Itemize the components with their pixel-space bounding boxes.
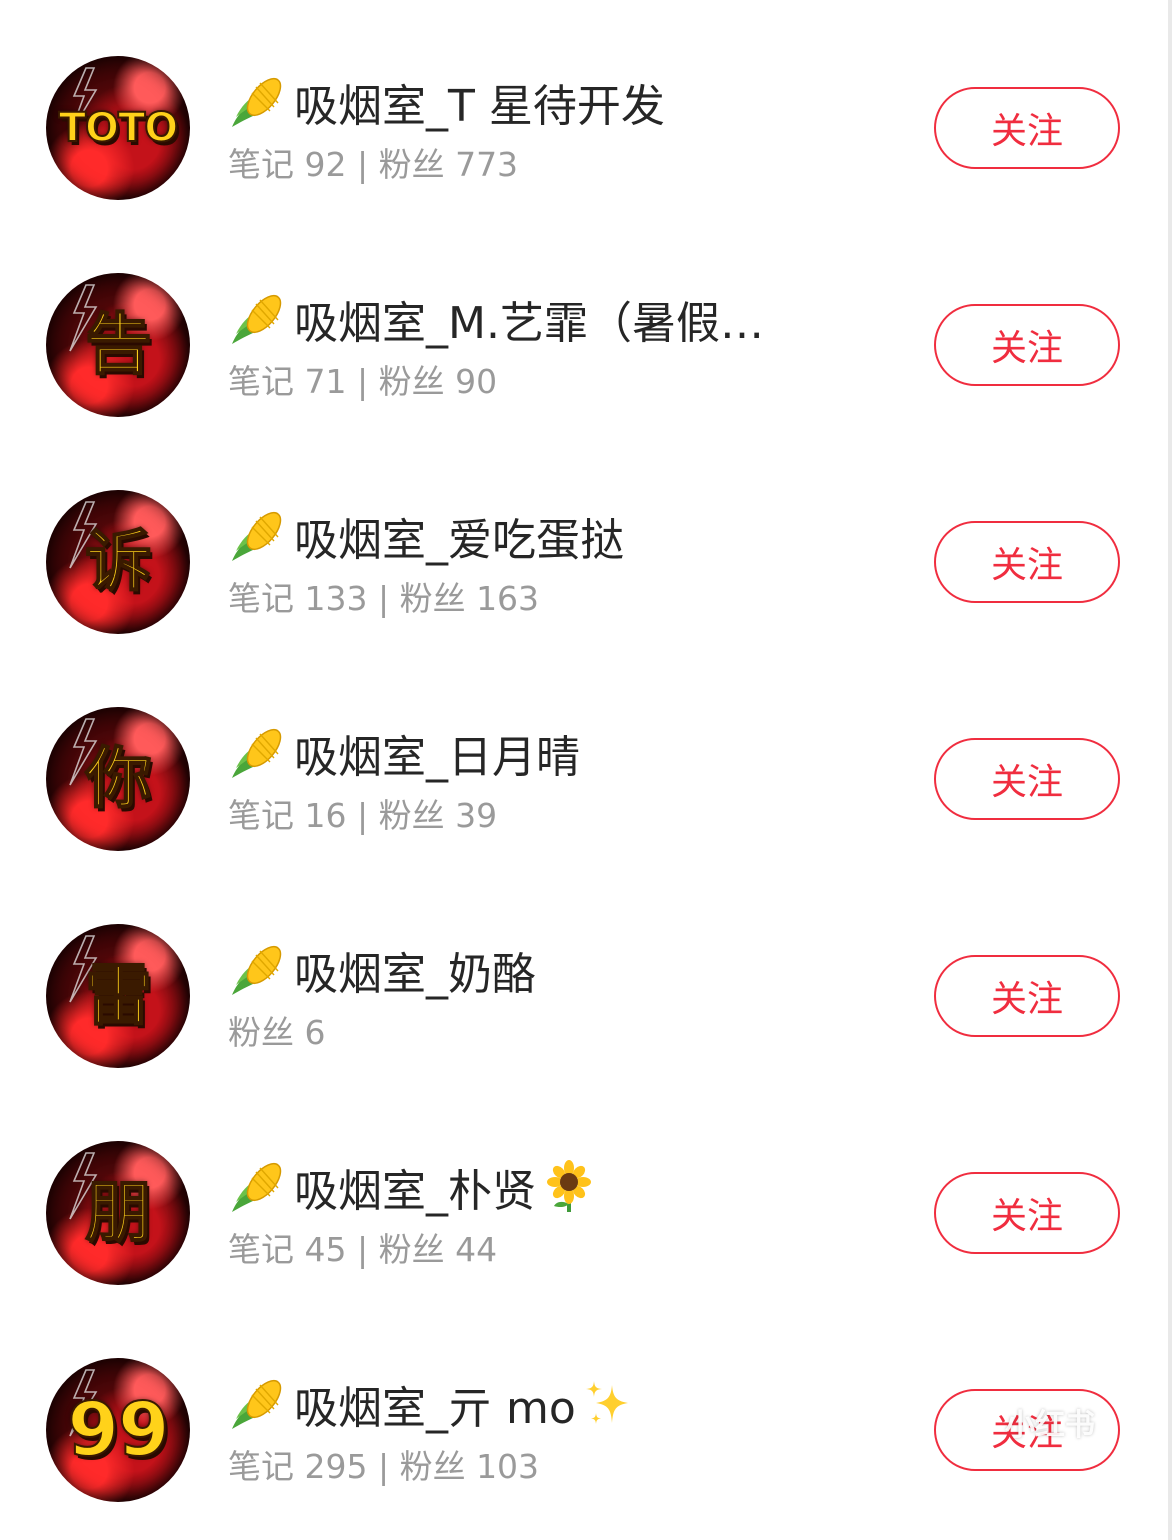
username-text: 吸烟室_亓 mo	[294, 1383, 576, 1434]
avatar-glyph: 朋	[85, 1174, 153, 1251]
user-stats: 笔记 92 | 粉丝 773	[228, 145, 519, 184]
avatar-glyph: 你	[85, 740, 153, 817]
sunflower-icon	[547, 1160, 591, 1212]
username[interactable]: 吸烟室_M.艺霏（暑假…	[228, 289, 764, 349]
username-text: 吸烟室_奶酪	[294, 949, 536, 1000]
corn-icon	[232, 294, 282, 344]
corn-icon	[232, 1162, 282, 1212]
username[interactable]: 吸烟室_奶酪	[228, 940, 536, 1000]
avatar-glyph: 雷	[85, 957, 153, 1034]
avatar[interactable]: 告	[46, 273, 190, 417]
username[interactable]: 吸烟室_爱吃蛋挞	[228, 506, 624, 566]
corn-icon	[232, 945, 282, 995]
user-list: TOTO 吸烟室_T 星待开发 笔记 92 | 粉丝 773 关注 告 吸烟室_…	[0, 0, 1172, 1540]
corn-icon	[232, 511, 282, 561]
avatar[interactable]: 诉	[46, 490, 190, 634]
corn-icon	[232, 728, 282, 778]
follow-button[interactable]: 关注	[934, 87, 1120, 169]
user-stats: 笔记 16 | 粉丝 39	[228, 796, 498, 835]
follow-button[interactable]: 关注	[934, 1172, 1120, 1254]
corn-icon	[232, 1379, 282, 1429]
avatar-glyph: 99	[67, 1387, 171, 1473]
avatar[interactable]: 朋	[46, 1141, 190, 1285]
username-text: 吸烟室_日月晴	[294, 732, 580, 783]
list-item[interactable]: TOTO 吸烟室_T 星待开发 笔记 92 | 粉丝 773 关注	[0, 0, 1172, 216]
avatar[interactable]: TOTO	[46, 56, 190, 200]
follow-button[interactable]: 关注	[934, 521, 1120, 603]
avatar-glyph: TOTO	[58, 105, 180, 151]
username-text: 吸烟室_爱吃蛋挞	[294, 515, 624, 566]
follow-button[interactable]: 关注	[934, 738, 1120, 820]
corn-icon	[232, 77, 282, 127]
list-item[interactable]: 雷 吸烟室_奶酪 粉丝 6 关注	[0, 868, 1172, 1084]
list-item[interactable]: 朋 吸烟室_朴贤 笔记 45 | 粉丝 44 关注	[0, 1085, 1172, 1301]
list-item[interactable]: 诉 吸烟室_爱吃蛋挞 笔记 133 | 粉丝 163 关注	[0, 434, 1172, 650]
divider	[1168, 0, 1172, 1540]
username[interactable]: 吸烟室_T 星待开发	[228, 72, 665, 132]
avatar[interactable]: 你	[46, 707, 190, 851]
avatar-glyph: 诉	[85, 523, 153, 600]
sparkles-icon	[585, 1381, 628, 1424]
list-item[interactable]: 99 吸烟室_亓 mo 笔记 295 | 粉丝 103 关注	[0, 1302, 1172, 1518]
user-stats: 粉丝 6	[228, 1013, 326, 1052]
follow-button[interactable]: 关注	[934, 1389, 1120, 1471]
list-item[interactable]: 你 吸烟室_日月晴 笔记 16 | 粉丝 39 关注	[0, 651, 1172, 867]
user-stats: 笔记 133 | 粉丝 163	[228, 579, 540, 618]
user-stats: 笔记 71 | 粉丝 90	[228, 362, 498, 401]
username-text: 吸烟室_朴贤	[294, 1166, 536, 1217]
username-text: 吸烟室_M.艺霏（暑假…	[294, 298, 764, 349]
avatar-glyph: 告	[85, 306, 153, 383]
follow-button[interactable]: 关注	[934, 304, 1120, 386]
list-item[interactable]: 告 吸烟室_M.艺霏（暑假… 笔记 71 | 粉丝 90 关注	[0, 217, 1172, 433]
avatar[interactable]: 雷	[46, 924, 190, 1068]
username-text: 吸烟室_T 星待开发	[294, 81, 665, 132]
username[interactable]: 吸烟室_日月晴	[228, 723, 580, 783]
username[interactable]: 吸烟室_亓 mo	[228, 1374, 636, 1434]
avatar[interactable]: 99	[46, 1358, 190, 1502]
follow-button[interactable]: 关注	[934, 955, 1120, 1037]
user-stats: 笔记 45 | 粉丝 44	[228, 1230, 498, 1269]
user-stats: 笔记 295 | 粉丝 103	[228, 1447, 540, 1486]
username[interactable]: 吸烟室_朴贤	[228, 1157, 596, 1217]
